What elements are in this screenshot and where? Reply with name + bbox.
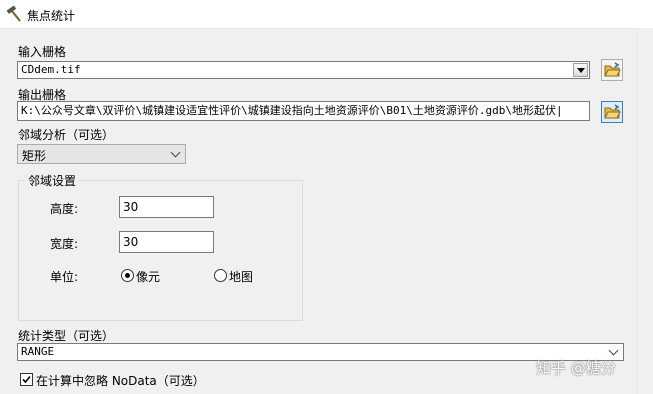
- width-input[interactable]: 30: [119, 231, 214, 253]
- statistics-type-select[interactable]: RANGE: [17, 343, 624, 361]
- height-input[interactable]: 30: [119, 196, 214, 218]
- neighborhood-select[interactable]: 矩形: [17, 144, 186, 164]
- open-folder-icon: [604, 62, 621, 77]
- statistics-type-selected: RANGE: [21, 345, 55, 358]
- unit-map-radio[interactable]: [214, 269, 227, 282]
- input-raster-combobox[interactable]: CDdem.tif: [17, 61, 590, 79]
- units-label: 单位:: [50, 270, 79, 284]
- hammer-icon: [6, 5, 21, 22]
- neighborhood-settings-legend: 邻域设置: [25, 172, 80, 189]
- chevron-down-icon: [170, 147, 181, 158]
- output-raster-value: K:\公众号文章\双评价\城镇建设适宜性评价\城镇建设指向土地资源评价\B01\…: [21, 104, 563, 117]
- checkmark-icon: [22, 375, 31, 384]
- width-value: 30: [123, 235, 139, 249]
- height-label: 高度:: [50, 202, 79, 216]
- unit-map-label[interactable]: 地图: [229, 268, 253, 285]
- open-folder-icon: [604, 104, 621, 119]
- title-bar: 焦点统计: [0, 0, 653, 29]
- vertical-scrollbar[interactable]: [636, 28, 653, 394]
- output-raster-input[interactable]: K:\公众号文章\双评价\城镇建设适宜性评价\城镇建设指向土地资源评价\B01\…: [17, 101, 590, 121]
- window-title: 焦点统计: [27, 9, 76, 23]
- height-value: 30: [123, 200, 139, 214]
- input-raster-value: CDdem.tif: [21, 63, 81, 76]
- neighborhood-selected: 矩形: [22, 149, 47, 163]
- watermark-text: 知乎 @糖分: [536, 359, 616, 377]
- width-label: 宽度:: [50, 237, 79, 251]
- unit-cell-radio[interactable]: [121, 269, 134, 282]
- input-raster-label: 输入栅格: [18, 45, 67, 59]
- input-raster-browse-button[interactable]: [601, 59, 623, 81]
- ignore-nodata-checkbox[interactable]: [20, 373, 33, 386]
- chevron-down-icon: [608, 345, 619, 356]
- neighborhood-label: 邻域分析（可选）: [18, 128, 115, 142]
- ignore-nodata-label[interactable]: 在计算中忽略 NoData（可选）: [36, 372, 205, 389]
- dropdown-arrow-icon[interactable]: [573, 63, 588, 77]
- statistics-type-label: 统计类型（可选）: [18, 329, 115, 343]
- output-raster-browse-button[interactable]: [601, 101, 623, 123]
- unit-cell-label[interactable]: 像元: [136, 268, 160, 285]
